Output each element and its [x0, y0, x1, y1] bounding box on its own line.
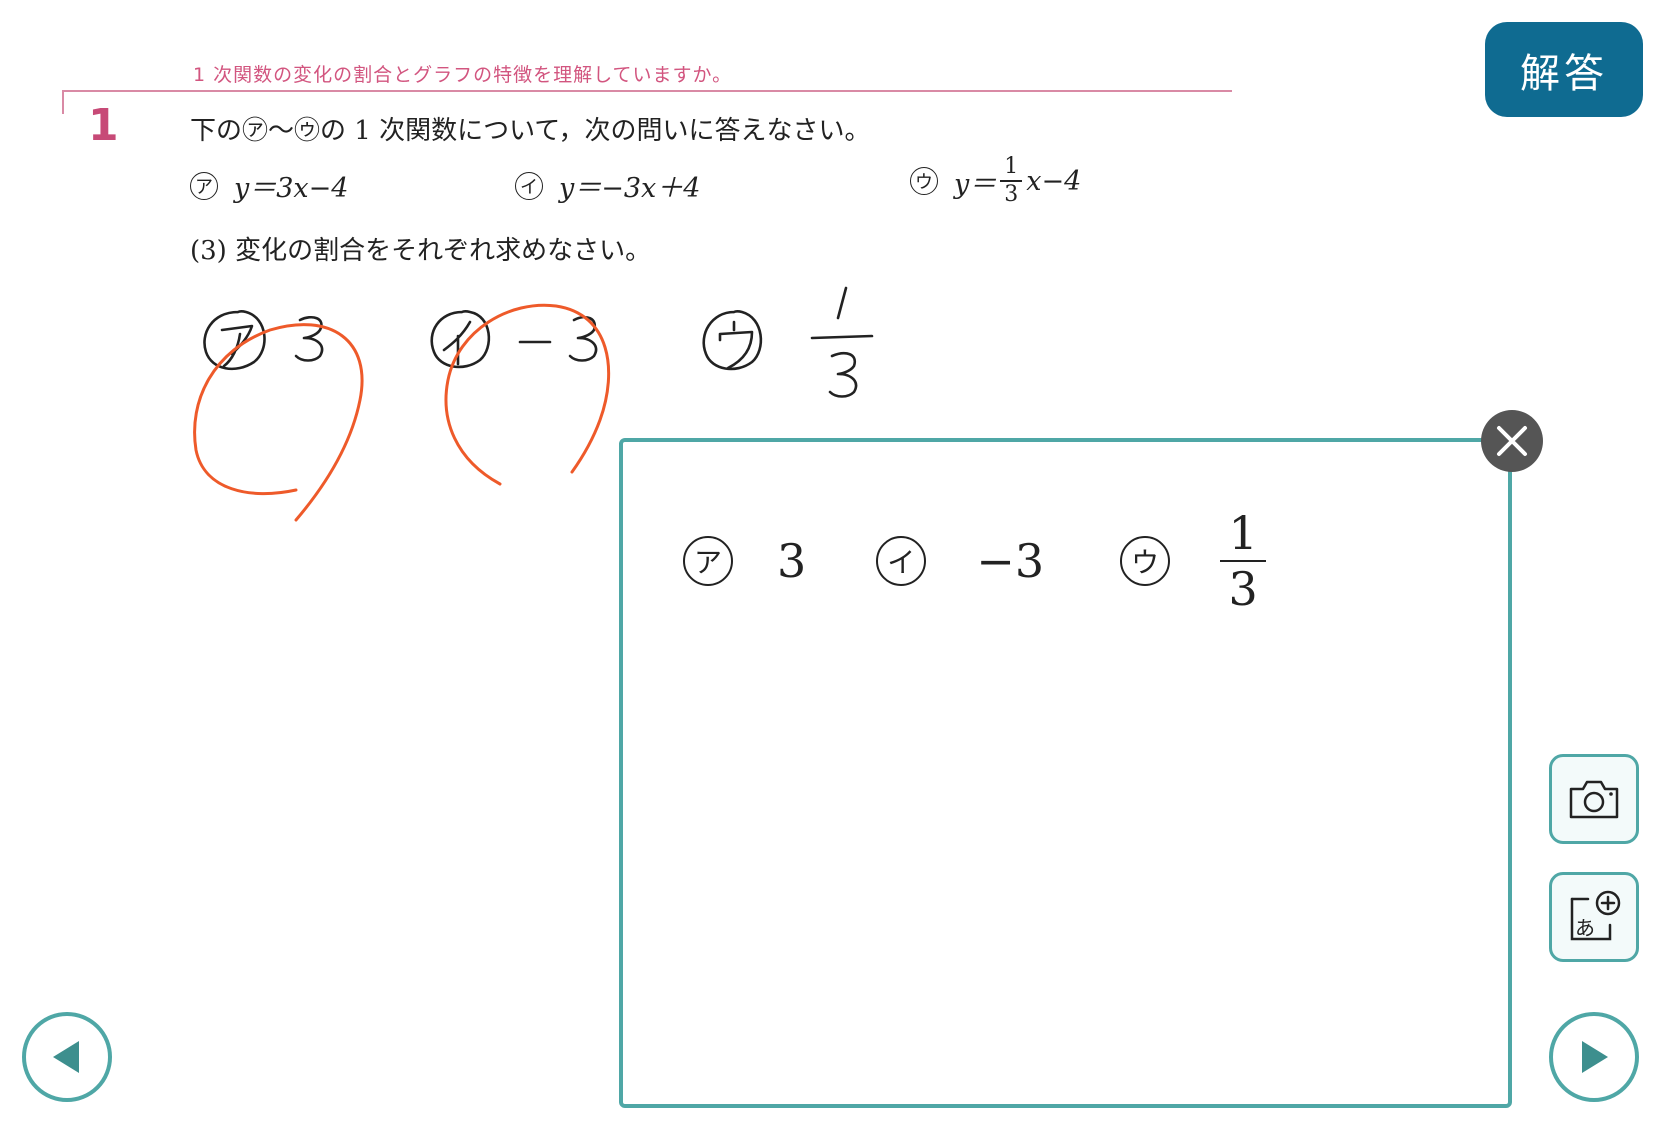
prev-arrow-icon: [53, 1041, 79, 1073]
close-answer-button[interactable]: [1481, 410, 1543, 472]
hw-value-u-num: [836, 286, 848, 320]
answer-mark-a: ア: [683, 536, 733, 586]
close-icon: [1497, 426, 1527, 456]
answer-value-u: 1 3: [1220, 506, 1267, 616]
hw-value-u-bar: [810, 334, 874, 340]
hw-mark-a: [203, 309, 266, 371]
correct-mark-a: [193, 323, 364, 522]
answer-mark-i: イ: [876, 536, 927, 586]
answer-button[interactable]: 解答: [1485, 22, 1643, 117]
answer-fraction-denominator: 3: [1228, 562, 1258, 616]
answer-mark-u: ウ: [1120, 536, 1171, 586]
correct-mark-i: [444, 303, 611, 486]
answer-row: ア 3 イ −3 ウ 1 3: [683, 506, 1267, 616]
prev-page-button[interactable]: [22, 1012, 112, 1102]
hw-mark-u-glyph: [718, 320, 754, 370]
next-arrow-icon: [1582, 1041, 1608, 1073]
add-text-icon: あ: [1570, 890, 1621, 941]
next-page-button[interactable]: [1549, 1012, 1639, 1102]
answer-value-a: 3: [777, 534, 807, 588]
answer-value-i: −3: [976, 534, 1045, 588]
hw-mark-i: [430, 309, 491, 369]
camera-icon: [1569, 780, 1619, 819]
camera-button[interactable]: [1549, 754, 1639, 844]
svg-text:あ: あ: [1575, 916, 1595, 940]
hw-value-u-den: [828, 352, 858, 398]
answer-fraction-numerator: 1: [1228, 506, 1258, 560]
add-text-button[interactable]: あ: [1549, 872, 1639, 962]
